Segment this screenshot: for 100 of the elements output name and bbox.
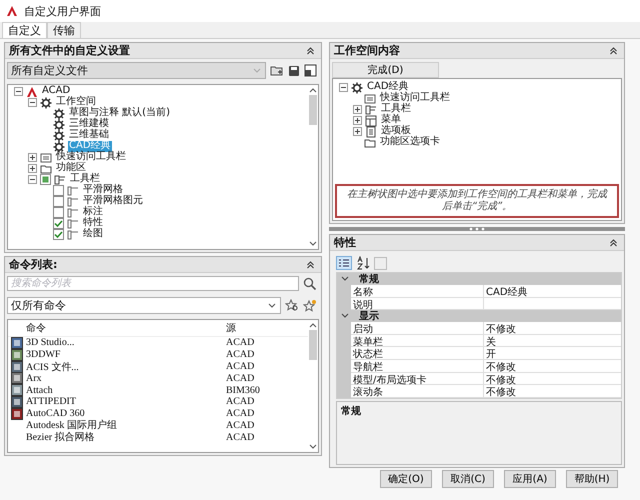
partial-checkbox[interactable] bbox=[40, 174, 51, 185]
tree-item[interactable]: 快速访问工具栏 bbox=[379, 93, 451, 104]
tree-item[interactable]: 工具栏 bbox=[380, 104, 412, 115]
checked-checkbox[interactable] bbox=[53, 218, 64, 229]
tree-item[interactable]: 平滑网格图元 bbox=[82, 196, 144, 207]
chevron-down-icon[interactable] bbox=[341, 276, 349, 282]
command-name[interactable]: AutoCAD 360 bbox=[26, 408, 226, 420]
property-name: 状态栏 bbox=[351, 347, 484, 359]
command-source: ACAD bbox=[226, 337, 256, 348]
command-name[interactable]: 3D Studio... bbox=[26, 337, 226, 348]
column-header[interactable]: 源 bbox=[226, 321, 286, 335]
property-name: 模型/布局选项卡 bbox=[351, 372, 484, 384]
collapse-icon[interactable] bbox=[306, 46, 315, 56]
tree-item[interactable]: 绘图 bbox=[82, 229, 104, 240]
filter-dropdown[interactable]: 仅所有命令 bbox=[7, 297, 281, 314]
tree-item[interactable]: 工作空间 bbox=[55, 97, 97, 108]
expand-icon[interactable] bbox=[353, 105, 362, 114]
dropdown-value: 所有自定义文件 bbox=[11, 63, 88, 78]
gear-icon bbox=[53, 118, 65, 130]
tree-item[interactable]: 快速访问工具栏 bbox=[55, 152, 127, 163]
collapse-icon[interactable] bbox=[14, 87, 23, 96]
star-new-icon[interactable] bbox=[303, 299, 317, 312]
command-name[interactable]: Autodesk 国际用户组 bbox=[26, 418, 226, 432]
chevron-down-icon[interactable] bbox=[341, 313, 349, 320]
done-button[interactable]: 完成(D) bbox=[332, 62, 439, 78]
tab[interactable]: 自定义 bbox=[2, 22, 47, 38]
file-dropdown[interactable]: 所有自定义文件 bbox=[7, 62, 266, 79]
search-icon[interactable] bbox=[303, 276, 317, 290]
property-value: 开 bbox=[485, 348, 497, 359]
command-source: ACAD bbox=[226, 408, 256, 420]
checkbox[interactable] bbox=[53, 185, 64, 196]
command-name[interactable]: Arx bbox=[26, 372, 226, 384]
categorized-icon[interactable] bbox=[336, 256, 352, 270]
tab[interactable]: 传输 bbox=[47, 22, 81, 38]
tree-item[interactable]: 工具栏 bbox=[69, 174, 101, 185]
expand-icon[interactable] bbox=[28, 153, 37, 162]
scrollbar-thumb[interactable] bbox=[309, 330, 317, 360]
collapse-icon[interactable] bbox=[609, 46, 618, 56]
scrollbar[interactable] bbox=[308, 320, 318, 452]
tree-item[interactable]: 特性 bbox=[82, 218, 104, 229]
checkbox[interactable] bbox=[53, 196, 64, 207]
command-name[interactable]: 3DDWF bbox=[26, 349, 226, 360]
command-source: ACAD bbox=[226, 349, 256, 360]
tree-item[interactable]: 平滑网格 bbox=[82, 185, 124, 196]
search-field[interactable]: 搜索命令列表 bbox=[7, 276, 299, 291]
command-name[interactable]: Bezier 拟合网格 bbox=[26, 430, 226, 444]
collapse-icon[interactable] bbox=[609, 238, 618, 248]
scrollbar-thumb[interactable] bbox=[309, 95, 317, 125]
dialog-button[interactable]: 帮助(H) bbox=[566, 470, 618, 488]
expand-icon[interactable] bbox=[353, 116, 362, 125]
sort-az-icon[interactable] bbox=[356, 256, 370, 270]
collapse-icon[interactable] bbox=[28, 98, 37, 107]
tree-item[interactable]: 功能区 bbox=[55, 163, 87, 174]
category-label: 显示 bbox=[359, 310, 379, 324]
gear-icon bbox=[53, 108, 65, 120]
property-name: 菜单栏 bbox=[351, 334, 484, 346]
scrollbar[interactable] bbox=[308, 85, 318, 249]
tree-item[interactable]: 标注 bbox=[82, 207, 104, 218]
panel-title: 工作空间内容 bbox=[334, 43, 400, 58]
command-icon bbox=[11, 396, 23, 408]
command-icon bbox=[11, 348, 23, 361]
collapse-icon[interactable] bbox=[28, 175, 37, 184]
property-name: 导航栏 bbox=[351, 360, 484, 372]
command-name[interactable]: Attach bbox=[26, 384, 226, 396]
tree-item[interactable]: 三维建模 bbox=[68, 119, 110, 130]
column-header[interactable]: 命令 bbox=[26, 321, 226, 335]
dialog-button[interactable]: 取消(C) bbox=[442, 470, 494, 488]
tree-item[interactable]: 三维基础 bbox=[68, 130, 110, 141]
tree-item[interactable]: CAD经典 bbox=[366, 82, 410, 93]
expand-icon[interactable] bbox=[28, 164, 37, 173]
folder-icon bbox=[40, 162, 52, 174]
save-as-icon[interactable] bbox=[304, 64, 317, 77]
splitter-grip-icon[interactable] bbox=[329, 227, 625, 231]
tree-item[interactable]: 草图与注释 默认(当前) bbox=[68, 108, 171, 119]
expand-icon[interactable] bbox=[353, 127, 362, 136]
property-value: 不修改 bbox=[485, 386, 517, 397]
command-source: ACAD bbox=[226, 360, 256, 372]
property-value: 不修改 bbox=[485, 374, 517, 384]
command-source: ACAD bbox=[226, 372, 256, 384]
tree-item[interactable]: 菜单 bbox=[380, 115, 402, 126]
open-folder-icon[interactable] bbox=[270, 64, 284, 77]
command-name[interactable]: ATTIPEDIT bbox=[26, 396, 226, 408]
star-search-icon[interactable] bbox=[285, 299, 299, 312]
save-icon[interactable] bbox=[288, 64, 300, 76]
property-value: 不修改 bbox=[485, 360, 517, 372]
collapse-icon[interactable] bbox=[306, 260, 315, 270]
dialog-button[interactable]: 确定(O) bbox=[380, 470, 432, 488]
checkbox[interactable] bbox=[53, 207, 64, 218]
command-source: ACAD bbox=[226, 432, 256, 443]
tree-item[interactable]: 功能区选项卡 bbox=[379, 137, 441, 148]
toolbar-icon bbox=[54, 174, 66, 186]
menu-icon bbox=[365, 114, 377, 126]
dropdown-value: 仅所有命令 bbox=[11, 298, 66, 313]
collapse-icon[interactable] bbox=[339, 83, 348, 92]
dialog-button[interactable]: 应用(A) bbox=[504, 470, 556, 488]
tree-item[interactable]: ACAD bbox=[41, 86, 72, 97]
checked-checkbox[interactable] bbox=[53, 229, 64, 240]
tree-item[interactable]: 选项板 bbox=[380, 126, 412, 137]
command-name[interactable]: ACIS 文件... bbox=[26, 360, 226, 374]
toolbar-icon bbox=[67, 218, 79, 230]
